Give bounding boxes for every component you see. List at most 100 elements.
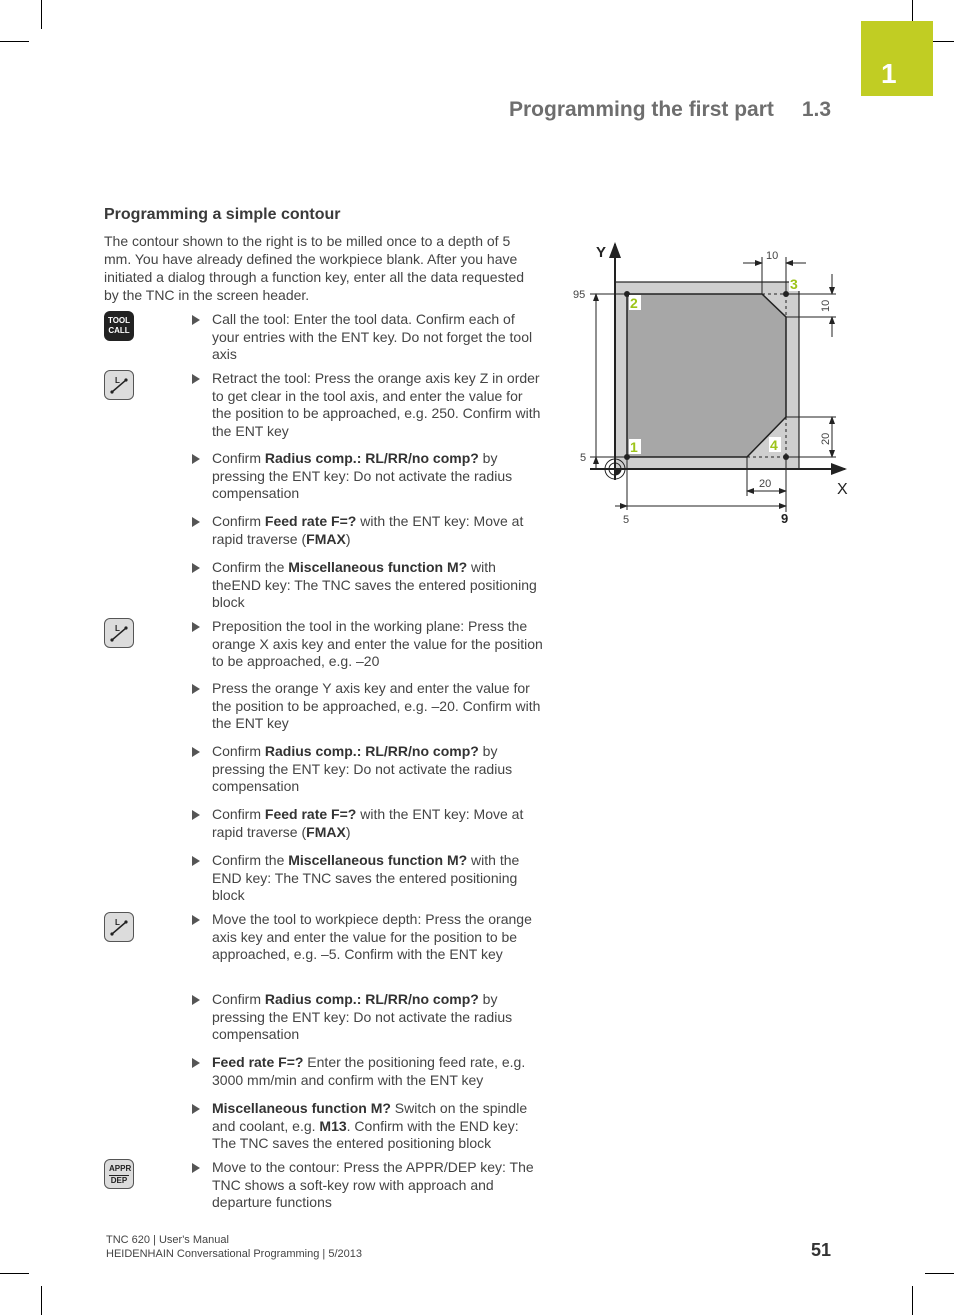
crop-mark xyxy=(912,1286,913,1315)
key-label: APPR xyxy=(109,1164,131,1176)
tool-call-key-icon: TOOL CALL xyxy=(104,311,134,341)
point-2-label: 2 xyxy=(630,295,638,311)
step-text: Miscellaneous function M? Switch on the … xyxy=(212,1100,544,1153)
step-text: Confirm Radius comp.: RL/RR/no comp? by … xyxy=(212,991,544,1044)
dim-y-top: 95 xyxy=(573,289,585,301)
step-keyword: Feed rate F=? xyxy=(264,513,357,529)
crop-mark xyxy=(925,1273,954,1274)
step-text: Feed rate F=? Enter the positioning feed… xyxy=(212,1054,544,1089)
dim-y-bottom: 5 xyxy=(580,452,586,464)
linear-move-key-icon: L xyxy=(104,370,134,400)
dim-chamfer-top-y: 10 xyxy=(820,300,832,312)
instruction-step: Confirm Feed rate F=? with the ENT key: … xyxy=(192,513,544,548)
running-head: Programming the first part 1.3 xyxy=(509,98,831,122)
step-text: Preposition the tool in the working plan… xyxy=(212,618,544,671)
instruction-step: Retract the tool: Press the orange axis … xyxy=(192,370,544,440)
step-text: Confirm the Miscellaneous function M? wi… xyxy=(212,852,544,905)
dim-chamfer-bottom-x: 20 xyxy=(759,478,771,490)
instruction-step: Move to the contour: Press the APPR/DEP … xyxy=(192,1159,544,1212)
step-keyword: Feed rate F=? xyxy=(264,806,357,822)
chapter-number: 1 xyxy=(881,58,897,89)
point-4-label: 4 xyxy=(770,437,778,453)
step-text: Move to the contour: Press the APPR/DEP … xyxy=(212,1159,544,1212)
bullet-triangle-icon xyxy=(192,454,200,464)
point-1-label: 1 xyxy=(630,439,638,455)
bullet-triangle-icon xyxy=(192,622,200,632)
instruction-step: Move the tool to workpiece depth: Press … xyxy=(192,911,544,964)
bullet-triangle-icon xyxy=(192,856,200,866)
linear-move-key-icon: L xyxy=(104,618,134,648)
bullet-triangle-icon xyxy=(192,684,200,694)
step-text: Press the orange Y axis key and enter th… xyxy=(212,680,544,733)
step-text-part: Move the tool to workpiece depth: Press … xyxy=(212,911,532,963)
step-text-part: Press the orange Y axis key and enter th… xyxy=(212,680,541,732)
step-text-part: Confirm xyxy=(212,450,265,466)
crop-mark xyxy=(0,1273,29,1274)
bullet-triangle-icon xyxy=(192,995,200,1005)
instruction-step: Confirm the Miscellaneous function M? wi… xyxy=(192,852,544,905)
step-text-part: ) xyxy=(345,823,351,840)
bullet-triangle-icon xyxy=(192,374,200,384)
crop-mark xyxy=(0,41,29,42)
section-title: Programming a simple contour xyxy=(104,206,341,223)
footer: TNC 620 | User's Manual HEIDENHAIN Conve… xyxy=(106,1233,362,1261)
appr-dep-key-icon: APPR DEP xyxy=(104,1159,134,1189)
instruction-step: Confirm the Miscellaneous function M? wi… xyxy=(192,559,544,612)
step-text: Retract the tool: Press the orange axis … xyxy=(212,370,544,440)
step-text: Confirm the Miscellaneous function M? wi… xyxy=(212,559,544,612)
crop-mark xyxy=(41,0,42,29)
key-label: CALL xyxy=(108,326,130,335)
instruction-step: Feed rate F=? Enter the positioning feed… xyxy=(192,1054,544,1089)
step-text-part: Confirm the xyxy=(212,559,289,575)
instruction-step: Confirm Radius comp.: RL/RR/no comp? by … xyxy=(192,450,544,503)
bullet-triangle-icon xyxy=(192,1104,200,1114)
step-text-part: Confirm xyxy=(212,743,265,759)
chapter-tab: 1 xyxy=(861,21,933,96)
bullet-triangle-icon xyxy=(192,747,200,757)
crop-mark xyxy=(912,0,913,21)
step-text: Move the tool to workpiece depth: Press … xyxy=(212,911,544,964)
footer-line-1: TNC 620 | User's Manual xyxy=(106,1234,229,1246)
dim-x-left: 5 xyxy=(623,514,629,526)
step-text-part: ) xyxy=(345,530,351,547)
contour xyxy=(626,293,787,458)
step-text: Confirm Feed rate F=? with the ENT key: … xyxy=(212,806,544,841)
step-keyword: M13 xyxy=(319,1117,347,1134)
running-head-title: Programming the first part xyxy=(509,98,774,121)
dim-chamfer-bottom-y: 20 xyxy=(820,433,832,445)
crop-mark xyxy=(41,1286,42,1315)
instruction-step: Confirm Radius comp.: RL/RR/no comp? by … xyxy=(192,743,544,796)
step-keyword: Miscellaneous function M? xyxy=(288,852,468,868)
step-text: Call the tool: Enter the tool data. Conf… xyxy=(212,311,544,364)
instruction-step: Miscellaneous function M? Switch on the … xyxy=(192,1100,544,1153)
footer-line-2: HEIDENHAIN Conversational Programming | … xyxy=(106,1248,362,1260)
bullet-triangle-icon xyxy=(192,517,200,527)
step-text-part: Preposition the tool in the working plan… xyxy=(212,618,543,670)
svg-text:L: L xyxy=(115,624,120,633)
step-keyword: Miscellaneous function M? xyxy=(212,1100,391,1116)
step-keyword: Radius comp.: RL/RR/no comp? xyxy=(264,743,479,759)
step-keyword: Feed rate F=? xyxy=(212,1054,304,1070)
step-keyword: FMAX xyxy=(306,530,346,547)
step-keyword: Miscellaneous function M? xyxy=(288,559,468,575)
instruction-step: Confirm Feed rate F=? with the ENT key: … xyxy=(192,806,544,841)
x-axis-label: X xyxy=(837,481,848,498)
key-label: TOOL xyxy=(107,316,131,325)
step-text-part: Confirm xyxy=(212,806,265,822)
crop-mark xyxy=(933,41,954,42)
step-text-part: Confirm the xyxy=(212,852,289,868)
step-text-part: Call the tool: Enter the tool data. Conf… xyxy=(212,311,533,363)
instruction-step: Confirm Radius comp.: RL/RR/no comp? by … xyxy=(192,991,544,1044)
dim-chamfer-top-x: 10 xyxy=(766,250,778,262)
section-intro: The contour shown to the right is to be … xyxy=(104,233,525,303)
bullet-triangle-icon xyxy=(192,915,200,925)
key-label: DEP xyxy=(110,1176,128,1185)
bullet-triangle-icon xyxy=(192,1163,200,1173)
step-keyword: FMAX xyxy=(306,823,346,840)
page-number: 51 xyxy=(811,1240,832,1260)
step-text-part: Confirm xyxy=(212,513,265,529)
y-axis-label: Y xyxy=(596,244,606,261)
point-3-label: 3 xyxy=(790,276,798,292)
step-text-part: Confirm xyxy=(212,991,265,1007)
step-text-part: Retract the tool: Press the orange axis … xyxy=(212,370,541,439)
